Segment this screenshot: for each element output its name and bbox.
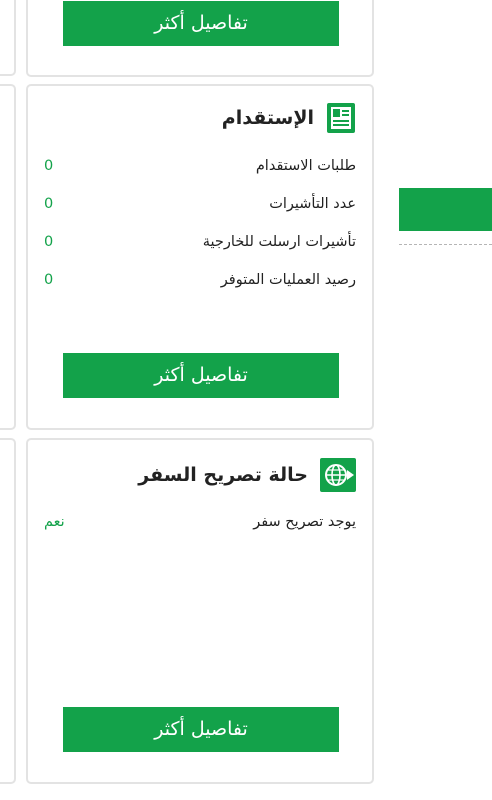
- stat-row-visa-count: 0 عدد التأشيرات: [44, 192, 356, 216]
- stat-row-travel-permit: نعم يوجد تصريح سفر: [44, 510, 356, 534]
- stat-value: 0: [44, 272, 54, 288]
- stat-row-recruitment-requests: 0 طلبات الاستقدام: [44, 154, 356, 178]
- stat-row-balance: 0 رصيد العمليات المتوفر: [44, 268, 356, 292]
- stat-label: طلبات الاستقدام: [255, 158, 356, 174]
- card-top-partial: تفاصيل أكثر: [26, 0, 374, 77]
- left-partial-card-middle: ـ ة ت: [0, 84, 16, 430]
- card-title: الإستقدام: [221, 107, 314, 129]
- card-title-row: حالة تصريح السفر: [138, 458, 356, 492]
- right-dashed-divider: [399, 244, 492, 245]
- card-title: حالة تصريح السفر: [138, 464, 308, 486]
- side-text-fragment: ت: [0, 588, 8, 601]
- side-text-fragment: ة: [0, 202, 8, 215]
- globe-arrow-icon: [320, 458, 356, 492]
- left-partial-card-bottom: ـ ـ ـ ت: [0, 438, 16, 784]
- details-button[interactable]: تفاصيل أكثر: [63, 1, 339, 46]
- side-text-fragment: ـ: [0, 552, 8, 565]
- stat-value: نعم: [44, 514, 65, 530]
- side-text-fragment: ـ: [0, 472, 8, 485]
- stat-label: عدد التأشيرات: [269, 196, 356, 212]
- stat-value: 0: [44, 196, 54, 212]
- side-text-fragment: ـ: [0, 518, 8, 531]
- recruitment-card: الإستقدام 0 طلبات الاستقدام 0 عدد التأشي…: [26, 84, 374, 430]
- travel-permit-card: حالة تصريح السفر نعم يوجد تصريح سفر تفاص…: [26, 438, 374, 784]
- left-partial-card-top: [0, 0, 16, 76]
- stat-value: 0: [44, 234, 54, 250]
- right-partial-green-bar[interactable]: [399, 188, 492, 231]
- details-button[interactable]: تفاصيل أكثر: [63, 353, 339, 398]
- stat-row-visas-sent: 0 تأشيرات ارسلت للخارجية: [44, 230, 356, 254]
- side-text-fragment: ـ: [0, 164, 8, 177]
- document-list-icon: [326, 102, 356, 134]
- stat-value: 0: [44, 158, 54, 174]
- stat-label: يوجد تصريح سفر: [253, 514, 356, 530]
- stat-label: رصيد العمليات المتوفر: [220, 272, 356, 288]
- stat-label: تأشيرات ارسلت للخارجية: [202, 234, 356, 250]
- details-button[interactable]: تفاصيل أكثر: [63, 707, 339, 752]
- side-text-fragment: ت: [0, 238, 8, 251]
- card-title-row: الإستقدام: [222, 102, 356, 134]
